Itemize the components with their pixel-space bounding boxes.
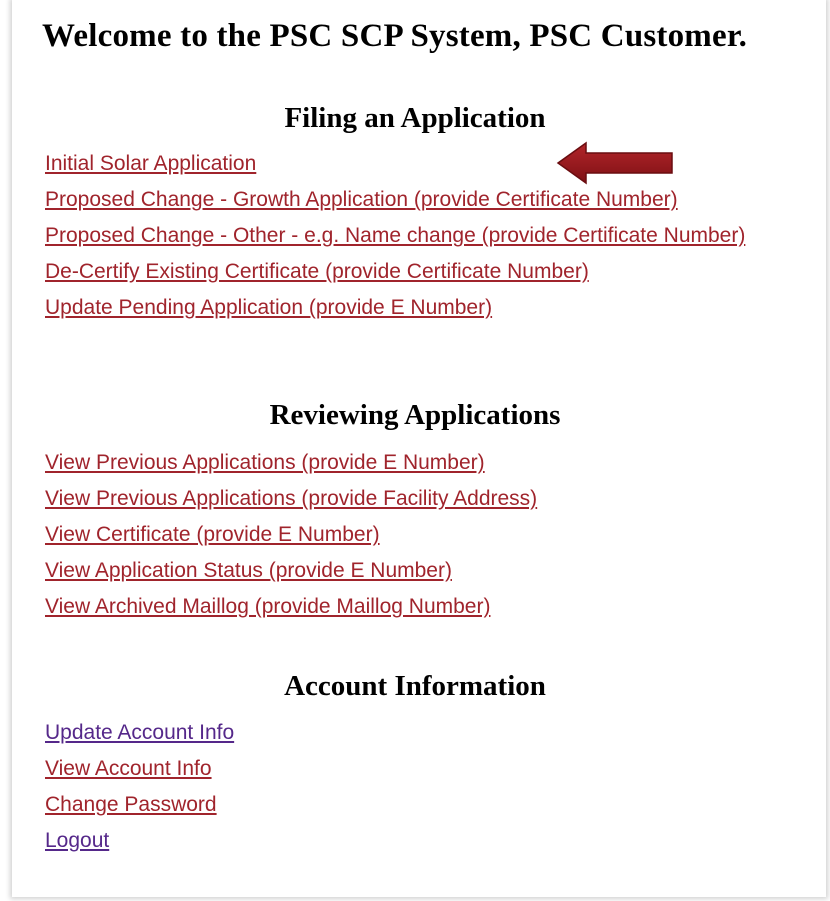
- list-item: Update Pending Application (provide E Nu…: [45, 295, 785, 321]
- list-item: View Application Status (provide E Numbe…: [45, 558, 785, 584]
- list-item: Logout: [45, 828, 785, 854]
- change-password-link[interactable]: Change Password: [45, 793, 217, 816]
- list-item: View Previous Applications (provide Faci…: [45, 486, 785, 512]
- list-item: Change Password: [45, 792, 785, 818]
- filing-links: Initial Solar Application Proposed Chang…: [45, 151, 785, 321]
- left-arrow-icon: [556, 141, 673, 185]
- initial-solar-application-link[interactable]: Initial Solar Application: [45, 152, 256, 175]
- view-certificate-link[interactable]: View Certificate (provide E Number): [45, 523, 380, 546]
- list-item: Update Account Info: [45, 720, 785, 746]
- update-account-info-link[interactable]: Update Account Info: [45, 721, 234, 744]
- list-item: View Archived Maillog (provide Maillog N…: [45, 594, 785, 620]
- list-item: Proposed Change - Other - e.g. Name chan…: [45, 223, 785, 249]
- account-heading: Account Information: [284, 670, 546, 702]
- view-previous-applications-address-link[interactable]: View Previous Applications (provide Faci…: [45, 487, 537, 510]
- page-title: Welcome to the PSC SCP System, PSC Custo…: [42, 18, 748, 54]
- filing-heading: Filing an Application: [284, 102, 546, 134]
- reviewing-links: View Previous Applications (provide E Nu…: [45, 450, 785, 620]
- list-item: Initial Solar Application: [45, 151, 785, 177]
- list-item: Proposed Change - Growth Application (pr…: [45, 187, 785, 213]
- account-links: Update Account Info View Account Info Ch…: [45, 720, 785, 854]
- list-item: View Previous Applications (provide E Nu…: [45, 450, 785, 476]
- list-item: View Account Info: [45, 756, 785, 782]
- growth-application-link[interactable]: Proposed Change - Growth Application (pr…: [45, 188, 678, 211]
- logout-link[interactable]: Logout: [45, 829, 109, 852]
- view-archived-maillog-link[interactable]: View Archived Maillog (provide Maillog N…: [45, 595, 490, 618]
- list-item: De-Certify Existing Certificate (provide…: [45, 259, 785, 285]
- list-item: View Certificate (provide E Number): [45, 522, 785, 548]
- view-application-status-link[interactable]: View Application Status (provide E Numbe…: [45, 559, 452, 582]
- view-account-info-link[interactable]: View Account Info: [45, 757, 212, 780]
- decertify-certificate-link[interactable]: De-Certify Existing Certificate (provide…: [45, 260, 589, 283]
- reviewing-heading: Reviewing Applications: [269, 399, 561, 431]
- view-previous-applications-e-number-link[interactable]: View Previous Applications (provide E Nu…: [45, 451, 485, 474]
- proposed-change-other-link[interactable]: Proposed Change - Other - e.g. Name chan…: [45, 224, 745, 247]
- update-pending-application-link[interactable]: Update Pending Application (provide E Nu…: [45, 296, 492, 319]
